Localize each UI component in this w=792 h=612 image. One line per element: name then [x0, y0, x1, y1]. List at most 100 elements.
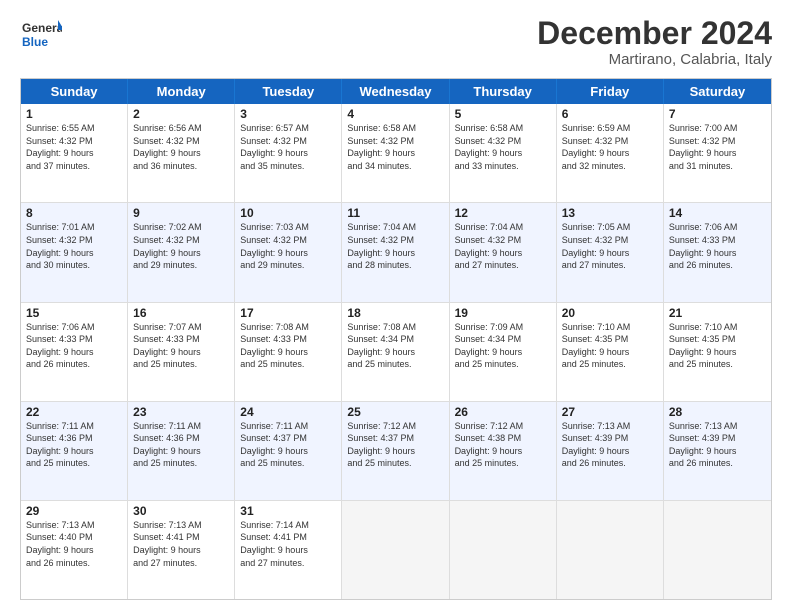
day-info: Sunrise: 7:13 AM Sunset: 4:39 PM Dayligh…	[562, 420, 658, 470]
day-cell-4: 4Sunrise: 6:58 AM Sunset: 4:32 PM Daylig…	[342, 104, 449, 202]
day-cell-30: 30Sunrise: 7:13 AM Sunset: 4:41 PM Dayli…	[128, 501, 235, 599]
day-info: Sunrise: 7:11 AM Sunset: 4:37 PM Dayligh…	[240, 420, 336, 470]
day-number: 17	[240, 306, 336, 320]
day-info: Sunrise: 7:08 AM Sunset: 4:33 PM Dayligh…	[240, 321, 336, 371]
calendar-body: 1Sunrise: 6:55 AM Sunset: 4:32 PM Daylig…	[21, 104, 771, 599]
day-info: Sunrise: 7:12 AM Sunset: 4:38 PM Dayligh…	[455, 420, 551, 470]
header-day-friday: Friday	[557, 79, 664, 104]
day-number: 10	[240, 206, 336, 220]
day-number: 26	[455, 405, 551, 419]
calendar-row-1: 8Sunrise: 7:01 AM Sunset: 4:32 PM Daylig…	[21, 202, 771, 301]
day-cell-31: 31Sunrise: 7:14 AM Sunset: 4:41 PM Dayli…	[235, 501, 342, 599]
day-number: 23	[133, 405, 229, 419]
day-number: 20	[562, 306, 658, 320]
day-info: Sunrise: 7:10 AM Sunset: 4:35 PM Dayligh…	[669, 321, 766, 371]
day-number: 31	[240, 504, 336, 518]
day-cell-3: 3Sunrise: 6:57 AM Sunset: 4:32 PM Daylig…	[235, 104, 342, 202]
day-info: Sunrise: 7:13 AM Sunset: 4:40 PM Dayligh…	[26, 519, 122, 569]
day-cell-24: 24Sunrise: 7:11 AM Sunset: 4:37 PM Dayli…	[235, 402, 342, 500]
day-info: Sunrise: 7:02 AM Sunset: 4:32 PM Dayligh…	[133, 221, 229, 271]
day-info: Sunrise: 7:04 AM Sunset: 4:32 PM Dayligh…	[347, 221, 443, 271]
day-number: 30	[133, 504, 229, 518]
day-number: 8	[26, 206, 122, 220]
day-cell-11: 11Sunrise: 7:04 AM Sunset: 4:32 PM Dayli…	[342, 203, 449, 301]
day-number: 5	[455, 107, 551, 121]
day-info: Sunrise: 7:12 AM Sunset: 4:37 PM Dayligh…	[347, 420, 443, 470]
day-cell-2: 2Sunrise: 6:56 AM Sunset: 4:32 PM Daylig…	[128, 104, 235, 202]
page: General Blue December 2024 Martirano, Ca…	[0, 0, 792, 612]
day-number: 13	[562, 206, 658, 220]
main-title: December 2024	[537, 16, 772, 51]
day-info: Sunrise: 7:04 AM Sunset: 4:32 PM Dayligh…	[455, 221, 551, 271]
day-cell-13: 13Sunrise: 7:05 AM Sunset: 4:32 PM Dayli…	[557, 203, 664, 301]
header-day-thursday: Thursday	[450, 79, 557, 104]
day-number: 14	[669, 206, 766, 220]
calendar-row-0: 1Sunrise: 6:55 AM Sunset: 4:32 PM Daylig…	[21, 104, 771, 202]
day-info: Sunrise: 7:08 AM Sunset: 4:34 PM Dayligh…	[347, 321, 443, 371]
day-number: 18	[347, 306, 443, 320]
day-cell-19: 19Sunrise: 7:09 AM Sunset: 4:34 PM Dayli…	[450, 303, 557, 401]
day-cell-12: 12Sunrise: 7:04 AM Sunset: 4:32 PM Dayli…	[450, 203, 557, 301]
day-cell-27: 27Sunrise: 7:13 AM Sunset: 4:39 PM Dayli…	[557, 402, 664, 500]
header-day-tuesday: Tuesday	[235, 79, 342, 104]
day-cell-10: 10Sunrise: 7:03 AM Sunset: 4:32 PM Dayli…	[235, 203, 342, 301]
day-number: 15	[26, 306, 122, 320]
day-info: Sunrise: 6:55 AM Sunset: 4:32 PM Dayligh…	[26, 122, 122, 172]
day-cell-8: 8Sunrise: 7:01 AM Sunset: 4:32 PM Daylig…	[21, 203, 128, 301]
empty-cell	[557, 501, 664, 599]
day-number: 12	[455, 206, 551, 220]
empty-cell	[664, 501, 771, 599]
day-cell-25: 25Sunrise: 7:12 AM Sunset: 4:37 PM Dayli…	[342, 402, 449, 500]
day-cell-5: 5Sunrise: 6:58 AM Sunset: 4:32 PM Daylig…	[450, 104, 557, 202]
day-info: Sunrise: 6:58 AM Sunset: 4:32 PM Dayligh…	[347, 122, 443, 172]
day-number: 22	[26, 405, 122, 419]
subtitle: Martirano, Calabria, Italy	[537, 51, 772, 68]
day-number: 7	[669, 107, 766, 121]
calendar-header: SundayMondayTuesdayWednesdayThursdayFrid…	[21, 79, 771, 104]
day-cell-23: 23Sunrise: 7:11 AM Sunset: 4:36 PM Dayli…	[128, 402, 235, 500]
day-cell-14: 14Sunrise: 7:06 AM Sunset: 4:33 PM Dayli…	[664, 203, 771, 301]
day-cell-18: 18Sunrise: 7:08 AM Sunset: 4:34 PM Dayli…	[342, 303, 449, 401]
day-info: Sunrise: 7:07 AM Sunset: 4:33 PM Dayligh…	[133, 321, 229, 371]
calendar: SundayMondayTuesdayWednesdayThursdayFrid…	[20, 78, 772, 600]
day-number: 2	[133, 107, 229, 121]
day-cell-1: 1Sunrise: 6:55 AM Sunset: 4:32 PM Daylig…	[21, 104, 128, 202]
header-day-wednesday: Wednesday	[342, 79, 449, 104]
day-info: Sunrise: 7:09 AM Sunset: 4:34 PM Dayligh…	[455, 321, 551, 371]
day-info: Sunrise: 7:05 AM Sunset: 4:32 PM Dayligh…	[562, 221, 658, 271]
svg-text:Blue: Blue	[22, 35, 48, 49]
day-info: Sunrise: 7:00 AM Sunset: 4:32 PM Dayligh…	[669, 122, 766, 172]
day-number: 3	[240, 107, 336, 121]
day-cell-9: 9Sunrise: 7:02 AM Sunset: 4:32 PM Daylig…	[128, 203, 235, 301]
day-number: 11	[347, 206, 443, 220]
logo: General Blue	[20, 16, 62, 58]
day-info: Sunrise: 7:14 AM Sunset: 4:41 PM Dayligh…	[240, 519, 336, 569]
header-day-monday: Monday	[128, 79, 235, 104]
header-day-saturday: Saturday	[664, 79, 771, 104]
title-block: December 2024 Martirano, Calabria, Italy	[537, 16, 772, 68]
day-cell-6: 6Sunrise: 6:59 AM Sunset: 4:32 PM Daylig…	[557, 104, 664, 202]
day-number: 19	[455, 306, 551, 320]
day-info: Sunrise: 7:06 AM Sunset: 4:33 PM Dayligh…	[26, 321, 122, 371]
day-cell-26: 26Sunrise: 7:12 AM Sunset: 4:38 PM Dayli…	[450, 402, 557, 500]
day-info: Sunrise: 7:06 AM Sunset: 4:33 PM Dayligh…	[669, 221, 766, 271]
day-info: Sunrise: 7:03 AM Sunset: 4:32 PM Dayligh…	[240, 221, 336, 271]
day-number: 1	[26, 107, 122, 121]
day-info: Sunrise: 7:13 AM Sunset: 4:39 PM Dayligh…	[669, 420, 766, 470]
day-info: Sunrise: 7:11 AM Sunset: 4:36 PM Dayligh…	[133, 420, 229, 470]
day-cell-22: 22Sunrise: 7:11 AM Sunset: 4:36 PM Dayli…	[21, 402, 128, 500]
day-cell-7: 7Sunrise: 7:00 AM Sunset: 4:32 PM Daylig…	[664, 104, 771, 202]
day-number: 24	[240, 405, 336, 419]
day-info: Sunrise: 7:11 AM Sunset: 4:36 PM Dayligh…	[26, 420, 122, 470]
svg-text:General: General	[22, 21, 62, 35]
empty-cell	[342, 501, 449, 599]
day-number: 29	[26, 504, 122, 518]
day-cell-20: 20Sunrise: 7:10 AM Sunset: 4:35 PM Dayli…	[557, 303, 664, 401]
calendar-row-2: 15Sunrise: 7:06 AM Sunset: 4:33 PM Dayli…	[21, 302, 771, 401]
day-info: Sunrise: 7:10 AM Sunset: 4:35 PM Dayligh…	[562, 321, 658, 371]
day-cell-17: 17Sunrise: 7:08 AM Sunset: 4:33 PM Dayli…	[235, 303, 342, 401]
day-cell-21: 21Sunrise: 7:10 AM Sunset: 4:35 PM Dayli…	[664, 303, 771, 401]
day-number: 27	[562, 405, 658, 419]
day-info: Sunrise: 6:59 AM Sunset: 4:32 PM Dayligh…	[562, 122, 658, 172]
day-number: 16	[133, 306, 229, 320]
